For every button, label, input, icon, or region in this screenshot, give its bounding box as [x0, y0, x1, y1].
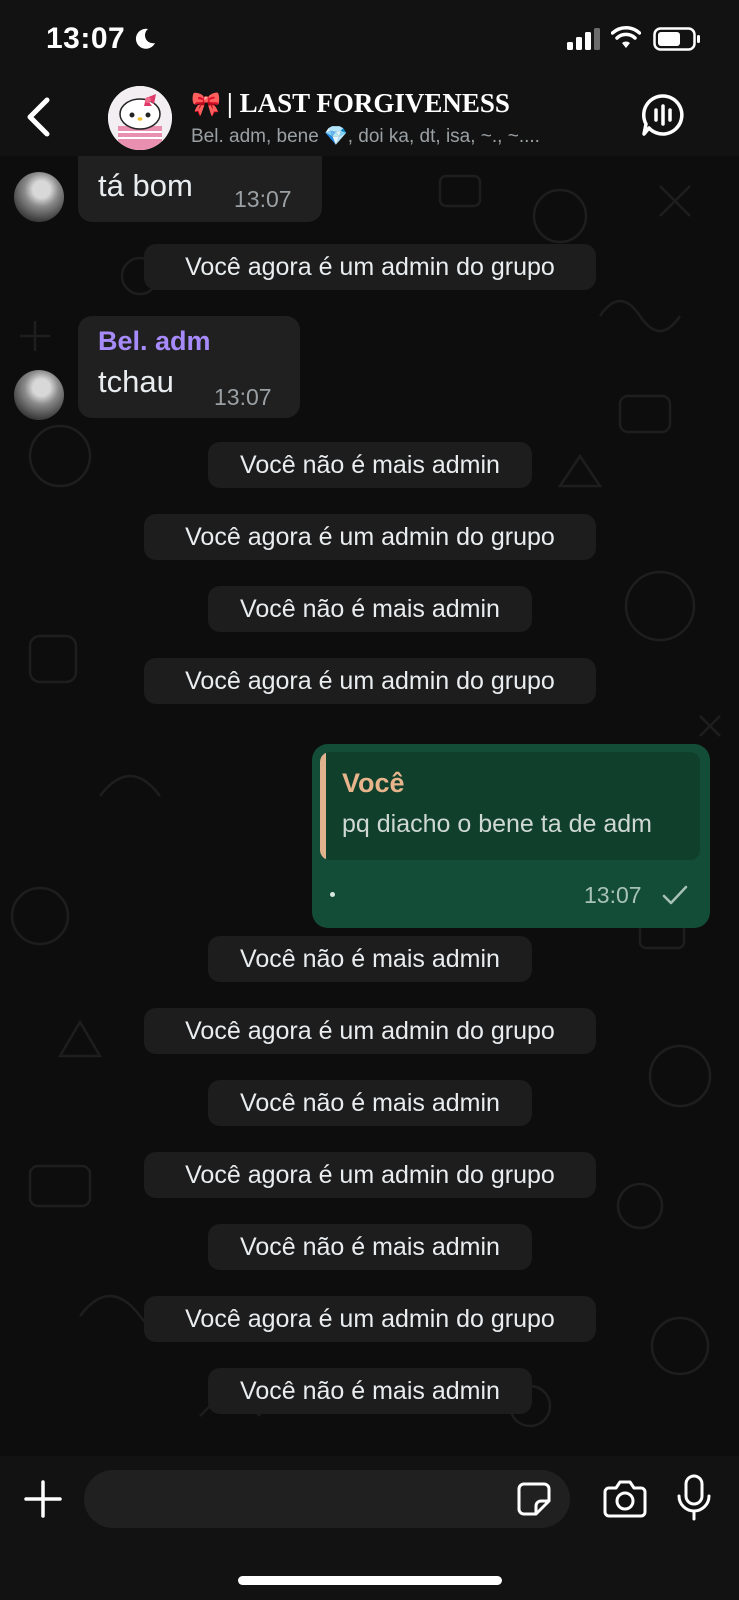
group-title-text: | LAST FORGIVENESS: [226, 88, 510, 118]
camera-icon: [603, 1480, 647, 1518]
quoted-message[interactable]: Você pq diacho o bene ta de adm: [320, 752, 700, 860]
system-message: Você não é mais admin: [208, 1224, 532, 1270]
quote-sender: Você: [342, 768, 405, 798]
back-button[interactable]: [18, 92, 58, 142]
message-time: 13:07: [584, 882, 642, 908]
incoming-message[interactable]: tá bom 13:07: [78, 156, 322, 222]
group-members-subtitle[interactable]: Bel. adm, bene 💎, doi ka, dt, isa, ~., ~…: [191, 124, 631, 148]
voice-chat-icon: [642, 94, 684, 136]
incoming-message[interactable]: Bel. adm tchau 13:07: [78, 316, 300, 418]
moon-icon: [135, 28, 155, 49]
system-message: Você não é mais admin: [208, 586, 532, 632]
message-input[interactable]: [84, 1470, 570, 1528]
sticker-icon: [517, 1482, 551, 1516]
group-avatar[interactable]: [108, 86, 172, 150]
quote-text: pq diacho o bene ta de adm: [342, 810, 652, 838]
checkmark-icon: [662, 885, 688, 905]
home-indicator[interactable]: [238, 1576, 502, 1585]
message-time: 13:07: [234, 186, 292, 212]
system-message: Você agora é um admin do grupo: [144, 244, 596, 290]
message-text: tchau: [98, 364, 174, 399]
system-message: Você agora é um admin do grupo: [144, 1008, 596, 1054]
outgoing-message[interactable]: Você pq diacho o bene ta de adm 13:07: [312, 744, 710, 928]
system-message: Você agora é um admin do grupo: [144, 514, 596, 560]
battery-icon: [653, 27, 700, 51]
message-time: 13:07: [214, 384, 272, 410]
quote-accent-bar: [320, 752, 326, 860]
system-message: Você agora é um admin do grupo: [144, 1152, 596, 1198]
ribbon-emoji: 🎀: [191, 89, 221, 118]
member-avatar[interactable]: [14, 370, 64, 420]
message-sender[interactable]: Bel. adm: [98, 326, 211, 357]
message-input-bar: [0, 1456, 739, 1600]
microphone-button[interactable]: [676, 1474, 712, 1522]
plus-icon: [24, 1480, 62, 1518]
system-message: Você agora é um admin do grupo: [144, 1296, 596, 1342]
camera-button[interactable]: [603, 1478, 647, 1518]
sticker-button[interactable]: [516, 1481, 552, 1517]
message-text: tá bom: [98, 168, 193, 203]
chat-area[interactable]: tá bom 13:07 Você agora é um admin do gr…: [0, 156, 739, 1456]
signal-icon: [567, 28, 600, 50]
chat-header: 🎀 | LAST FORGIVENESS Bel. adm, bene 💎, d…: [0, 82, 739, 156]
message-body-dot: [330, 892, 335, 897]
system-message: Você não é mais admin: [208, 442, 532, 488]
group-title[interactable]: 🎀 | LAST FORGIVENESS: [191, 88, 510, 119]
hello-kitty-avatar-icon: [108, 86, 172, 150]
status-time: 13:07: [46, 22, 126, 55]
system-message: Você não é mais admin: [208, 936, 532, 982]
back-chevron-icon: [27, 97, 50, 137]
member-avatar[interactable]: [14, 172, 64, 222]
system-message: Você não é mais admin: [208, 1080, 532, 1126]
attach-button[interactable]: [22, 1478, 64, 1520]
microphone-icon: [677, 1474, 711, 1521]
voice-chat-button[interactable]: [640, 92, 686, 138]
status-bar: 13:07: [0, 0, 739, 82]
system-message: Você não é mais admin: [208, 1368, 532, 1414]
wifi-icon: [611, 26, 641, 48]
system-message: Você agora é um admin do grupo: [144, 658, 596, 704]
